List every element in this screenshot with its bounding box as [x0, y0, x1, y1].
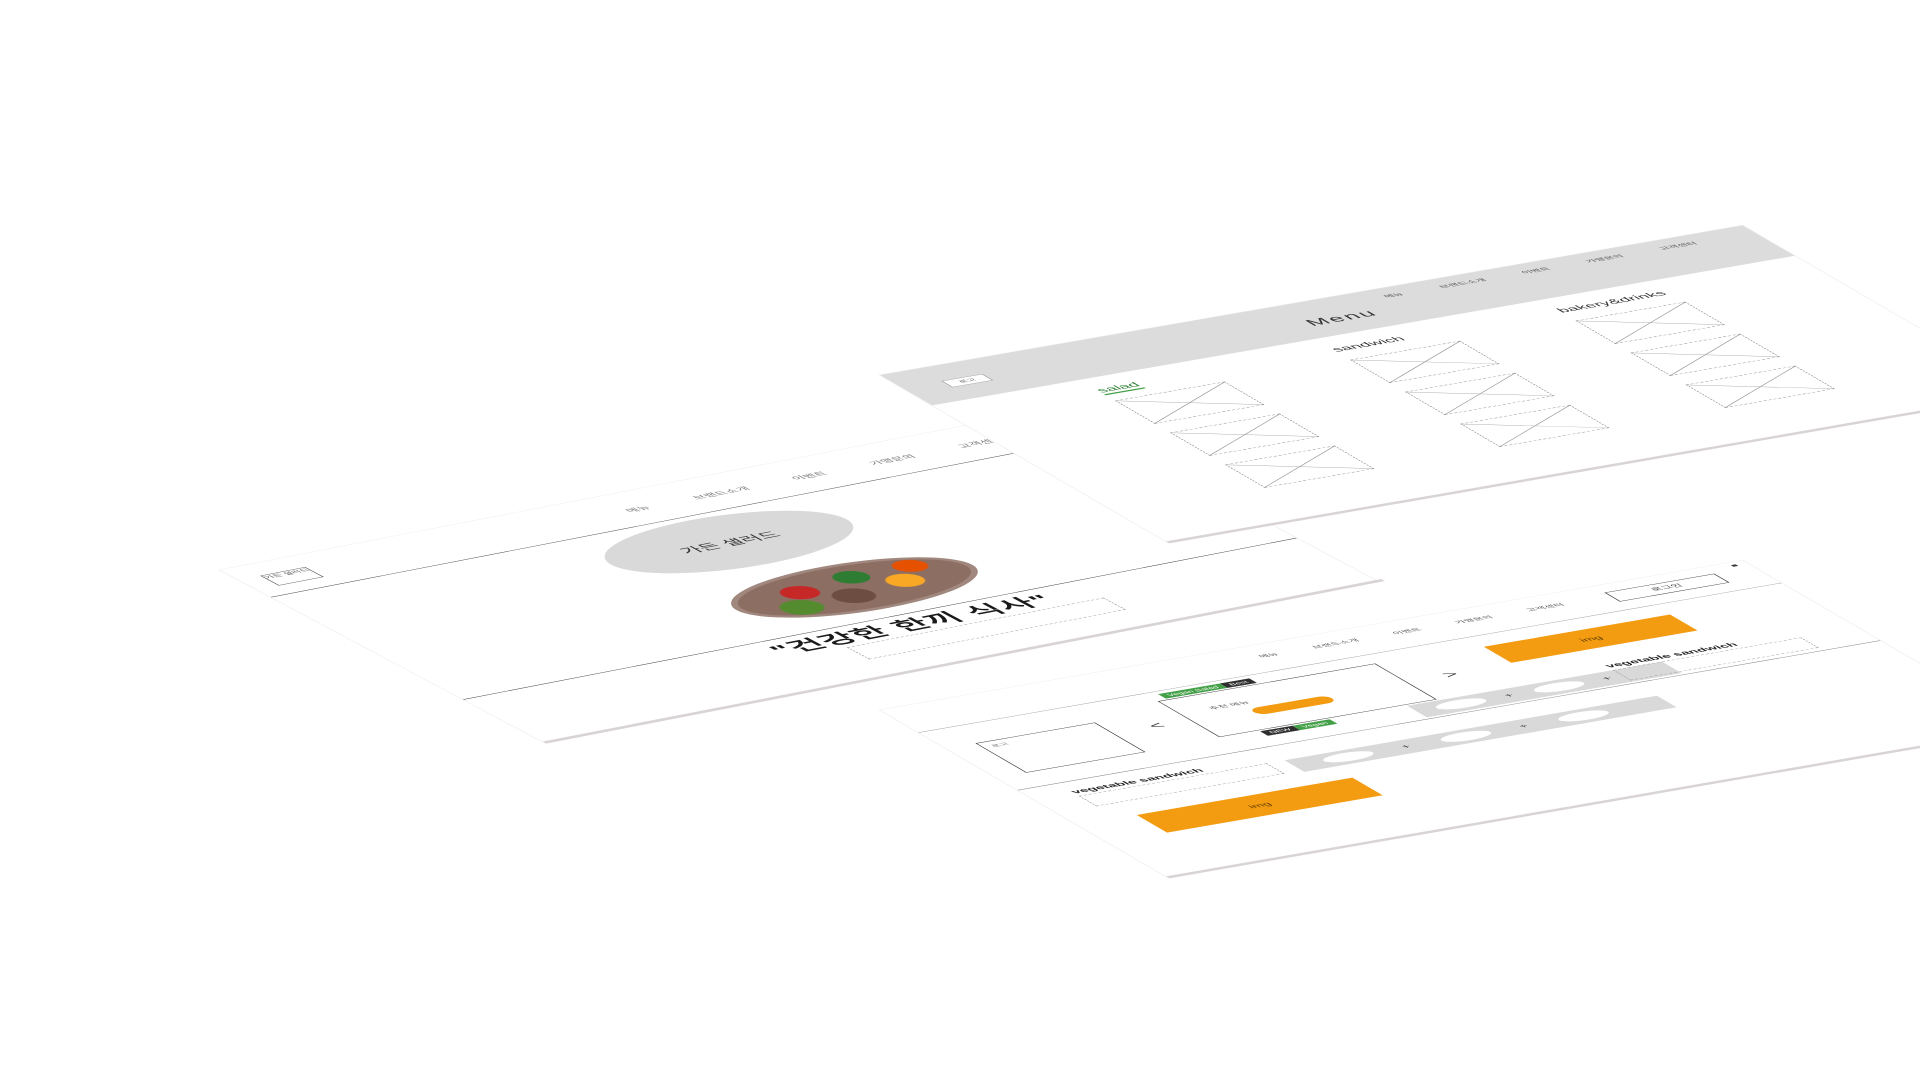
- option-pill[interactable]: [1317, 748, 1379, 765]
- tab-salad[interactable]: salad: [1093, 380, 1146, 396]
- nav-item-event[interactable]: 이벤트: [788, 470, 831, 482]
- menu-item-image[interactable]: [1685, 365, 1835, 408]
- nav-item-event[interactable]: 이벤트: [1389, 626, 1424, 635]
- next-arrow-icon[interactable]: >: [1437, 669, 1464, 680]
- menu-icon[interactable]: ■: [1729, 563, 1741, 568]
- menu-item-image[interactable]: [1460, 404, 1610, 447]
- plus-icon: +: [1397, 743, 1415, 750]
- home-logo[interactable]: 가든 샐러드: [260, 566, 324, 586]
- nav-item-franchise[interactable]: 가맹문의: [1582, 253, 1626, 264]
- nav-item-event[interactable]: 이벤트: [1518, 266, 1553, 275]
- menu-item-image[interactable]: [1170, 413, 1320, 456]
- nav-item-brand[interactable]: 브랜드소개: [1308, 637, 1362, 649]
- nav-item-franchise[interactable]: 가맹문의: [865, 453, 919, 467]
- card-orange-chip: [1248, 695, 1338, 716]
- nav-item-franchise[interactable]: 가맹문의: [1451, 614, 1495, 625]
- option-pill[interactable]: [1435, 728, 1497, 745]
- login-button[interactable]: 로그인: [1604, 573, 1730, 602]
- plus-icon: +: [1514, 722, 1532, 730]
- nav-item-menu[interactable]: 메뉴: [622, 504, 654, 514]
- card-caption: 추천 메뉴: [1207, 700, 1253, 711]
- plus-icon: +: [1598, 674, 1616, 682]
- nav-item-support[interactable]: 고객센터: [1522, 601, 1567, 613]
- menu-item-image[interactable]: [1225, 445, 1375, 488]
- option-pill[interactable]: [1552, 708, 1615, 724]
- detail-left-box: 로고: [975, 722, 1146, 773]
- menu-item-image[interactable]: [1630, 333, 1780, 376]
- nav-item-brand[interactable]: 브랜드소개: [689, 485, 754, 501]
- nav-item-menu[interactable]: 메뉴: [1255, 651, 1281, 659]
- nav-item-support[interactable]: 고객센터: [1655, 240, 1699, 251]
- nav-item-menu[interactable]: 메뉴: [1380, 291, 1406, 299]
- detail-left-label: 로고: [989, 741, 1011, 748]
- mockup-scene: 가든 샐러드 메뉴 브랜드소개 이벤트 가맹문의 고객센터 ≡ 가든 샐러드 "…: [0, 0, 1920, 1080]
- menu-item-image[interactable]: [1405, 372, 1555, 415]
- prev-arrow-icon[interactable]: <: [1143, 720, 1170, 731]
- plus-icon: +: [1500, 691, 1518, 699]
